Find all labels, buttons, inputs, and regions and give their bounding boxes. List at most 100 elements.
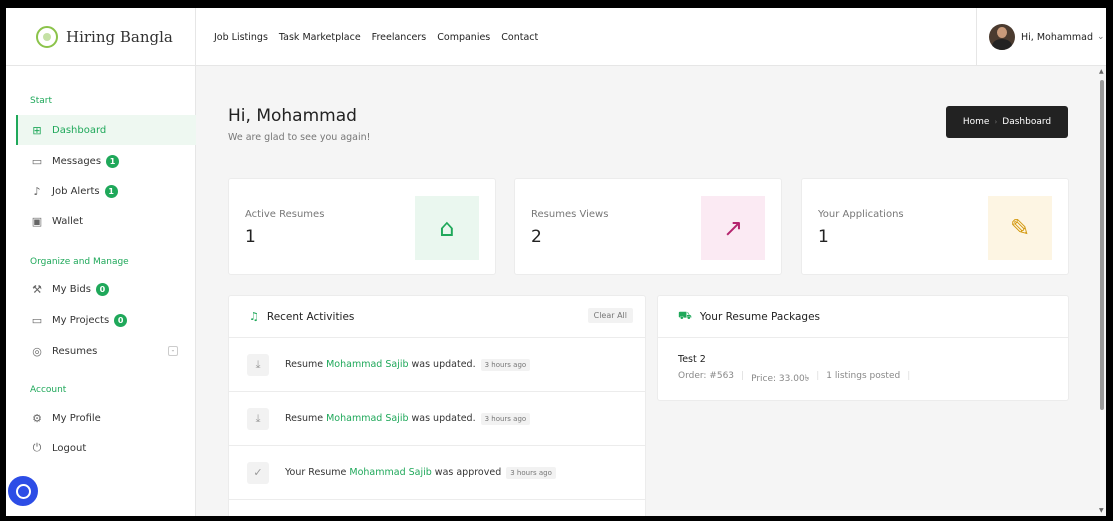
nav-companies[interactable]: Companies <box>437 32 490 43</box>
activity-text: Resume <box>285 413 324 424</box>
breadcrumb-current: Dashboard <box>1002 117 1052 127</box>
recent-activities-header: ♫ Recent Activities Clear All <box>229 296 645 338</box>
top-bar: Hiring Bangla Job Listings Task Marketpl… <box>6 8 1106 66</box>
divider: | <box>741 371 745 381</box>
cookie-settings-button[interactable] <box>6 474 40 508</box>
activity-text: Resume <box>285 359 324 370</box>
scrollbar[interactable]: ▲ ▼ <box>1098 66 1106 516</box>
stat-label: Active Resumes <box>245 209 325 220</box>
page-subtitle: We are glad to see you again! <box>228 132 371 143</box>
nav-contact[interactable]: Contact <box>501 32 538 43</box>
resume-packages-panel: ⛟ Your Resume Packages Test 2 Order: #56… <box>657 295 1069 401</box>
panel-title: Recent Activities <box>266 310 355 323</box>
sidebar-item-dashboard[interactable]: ⊞ Dashboard <box>16 115 196 145</box>
sidebar-item-label: Job Alerts <box>52 185 100 197</box>
package-price: Price: 33.00৳ <box>751 374 810 384</box>
brand-logo-link[interactable]: Hiring Bangla <box>6 8 196 66</box>
scroll-up-icon[interactable]: ▲ <box>1099 68 1104 75</box>
divider: | <box>907 371 911 381</box>
bell-icon: ♫ <box>249 310 259 323</box>
folder-icon: ▭ <box>31 313 43 327</box>
logo-icon <box>36 26 58 48</box>
scrollbar-thumb[interactable] <box>1100 80 1104 410</box>
sidebar-section-account: Account <box>30 385 67 395</box>
activity-text: was approved <box>434 467 502 478</box>
gavel-icon: ⚒ <box>32 282 42 296</box>
sidebar-section-start: Start <box>30 96 52 106</box>
check-circle-icon: ✓ <box>247 461 269 484</box>
sidebar-item-resumes[interactable]: ◎ Resumes - <box>16 336 196 366</box>
list-item: ⤓ Resume Mohammad Sajib was updated. 3 h… <box>229 392 645 446</box>
breadcrumb: Home › Dashboard <box>946 106 1068 138</box>
page-title: Hi, Mohammad <box>228 106 357 126</box>
sidebar-item-my-projects[interactable]: ▭ My Projects 0 <box>16 305 196 335</box>
package-name: Test 2 <box>678 354 706 365</box>
download-icon: ⤓ <box>247 353 269 376</box>
dashboard-icon: ⊞ <box>32 123 42 137</box>
sidebar-item-my-profile[interactable]: ⚙ My Profile <box>16 403 196 433</box>
download-icon: ⤓ <box>247 407 269 430</box>
panel-title: Your Resume Packages <box>699 310 821 323</box>
message-edit-icon: ✎ <box>988 196 1052 260</box>
sidebar-item-label: Resumes <box>52 345 98 357</box>
timestamp-badge: 3 hours ago <box>480 412 531 425</box>
settings-icon: ⚙ <box>32 411 42 425</box>
stat-card-active-resumes: Active Resumes 1 ⌂ <box>228 178 496 275</box>
breadcrumb-home[interactable]: Home <box>963 117 990 127</box>
clear-all-button[interactable]: Clear All <box>587 308 633 323</box>
activity-text: Your Resume <box>285 467 347 478</box>
list-item: ⤓ Resume Mohammad Sajib was updated. 3 h… <box>229 338 645 392</box>
sidebar-item-label: My Projects <box>52 314 110 326</box>
user-menu[interactable]: Hi, Mohammad ⌄ <box>976 8 1106 66</box>
sidebar: Start ⊞ Dashboard ▭ Messages 1 ♪ Job Ale… <box>6 66 196 516</box>
stat-card-resume-views: Resumes Views 2 ↗ <box>514 178 782 275</box>
main-nav: Job Listings Task Marketplace Freelancer… <box>214 8 538 66</box>
recent-activities-panel: ♫ Recent Activities Clear All ⤓ Resume M… <box>228 295 646 516</box>
collapse-icon[interactable]: - <box>168 346 178 356</box>
nav-freelancers[interactable]: Freelancers <box>372 32 427 43</box>
sidebar-item-wallet[interactable]: ▣ Wallet <box>16 206 196 236</box>
count-badge: 0 <box>114 313 128 327</box>
stat-label: Resumes Views <box>531 209 609 220</box>
stat-value: 2 <box>531 227 542 247</box>
sidebar-item-label: Messages <box>52 155 102 167</box>
app-frame: Hiring Bangla Job Listings Task Marketpl… <box>6 8 1106 516</box>
resume-link[interactable]: Mohammad Sajib <box>326 359 408 370</box>
nav-job-listings[interactable]: Job Listings <box>214 32 268 43</box>
brand-name: Hiring Bangla <box>66 28 173 46</box>
bell-icon: ♪ <box>33 184 41 198</box>
count-badge: 1 <box>104 184 118 198</box>
timestamp-badge: 3 hours ago <box>480 358 531 371</box>
breadcrumb-separator-icon: › <box>994 118 998 126</box>
sidebar-item-logout[interactable]: ⏻ Logout <box>16 433 196 463</box>
sidebar-item-label: Logout <box>52 442 87 454</box>
sidebar-section-organize: Organize and Manage <box>30 257 129 267</box>
resume-link[interactable]: Mohammad Sajib <box>349 467 431 478</box>
power-icon: ⏻ <box>32 441 42 454</box>
stat-label: Your Applications <box>818 209 904 220</box>
timestamp-badge: 3 hours ago <box>506 466 556 479</box>
cart-icon: ⛟ <box>678 309 692 322</box>
sidebar-item-messages[interactable]: ▭ Messages 1 <box>16 146 196 176</box>
package-meta: Order: #563 | Price: 33.00৳ | 1 listings… <box>678 371 910 386</box>
resume-link[interactable]: Mohammad Sajib <box>326 413 408 424</box>
count-badge: 1 <box>106 154 120 168</box>
nav-task-marketplace[interactable]: Task Marketplace <box>279 32 361 43</box>
sidebar-item-label: Wallet <box>52 215 84 227</box>
chevron-down-icon: ⌄ <box>1097 32 1105 42</box>
package-order: Order: #563 <box>678 371 735 381</box>
sidebar-item-job-alerts[interactable]: ♪ Job Alerts 1 <box>16 176 196 206</box>
stat-value: 1 <box>245 227 256 247</box>
user-greeting: Hi, Mohammad <box>1021 31 1094 43</box>
sidebar-item-label: My Bids <box>52 283 91 295</box>
package-listings: 1 listings posted <box>826 371 901 381</box>
sidebar-item-my-bids[interactable]: ⚒ My Bids 0 <box>16 274 196 304</box>
wallet-icon: ▣ <box>31 214 43 228</box>
stat-card-applications: Your Applications 1 ✎ <box>801 178 1069 275</box>
resume-icon: ◎ <box>32 344 42 358</box>
scroll-down-icon[interactable]: ▼ <box>1099 507 1104 514</box>
stat-value: 1 <box>818 227 829 247</box>
trending-up-icon: ↗ <box>701 196 765 260</box>
briefcase-icon: ⌂ <box>415 196 479 260</box>
cookie-icon <box>15 483 31 499</box>
